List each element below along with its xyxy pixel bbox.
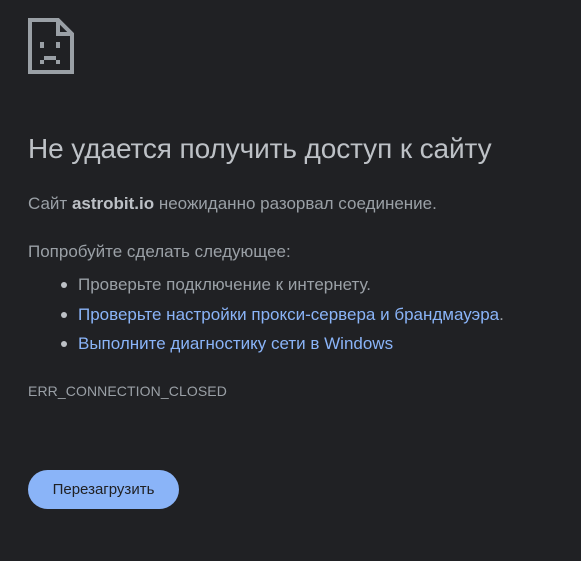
suggestion-network-diagnostics: Выполните диагностику сети в Windows — [28, 329, 504, 359]
suggestion-trailing-period: . — [499, 304, 504, 324]
suggestion-text: Проверьте подключение к интернету. — [78, 275, 372, 294]
error-code: ERR_CONNECTION_CLOSED — [28, 383, 227, 399]
error-summary: Сайт astrobit.io неожиданно разорвал сое… — [28, 194, 437, 214]
error-page: Не удается получить доступ к сайту Сайт … — [28, 0, 568, 561]
summary-suffix: неожиданно разорвал соединение. — [154, 194, 437, 213]
summary-host: astrobit.io — [71, 194, 155, 213]
reload-button[interactable]: Перезагрузить — [28, 470, 179, 509]
suggestions-list: Проверьте подключение к интернету. Прове… — [28, 270, 504, 359]
suggestion-check-proxy: Проверьте настройки прокси-сервера и бра… — [28, 300, 504, 330]
page-title: Не удается получить доступ к сайту — [28, 133, 492, 164]
suggestions-heading: Попробуйте сделать следующее: — [28, 242, 291, 261]
bullet-icon — [61, 282, 67, 288]
suggestion-check-connection: Проверьте подключение к интернету. — [28, 270, 504, 300]
check-proxy-firewall-link[interactable]: Проверьте настройки прокси-сервера и бра… — [78, 305, 499, 324]
network-diagnostics-link[interactable]: Выполните диагностику сети в Windows — [78, 334, 393, 353]
bullet-icon — [61, 311, 67, 318]
sad-page-icon — [28, 18, 74, 74]
bullet-icon — [61, 341, 67, 347]
summary-prefix: Сайт — [28, 194, 72, 213]
